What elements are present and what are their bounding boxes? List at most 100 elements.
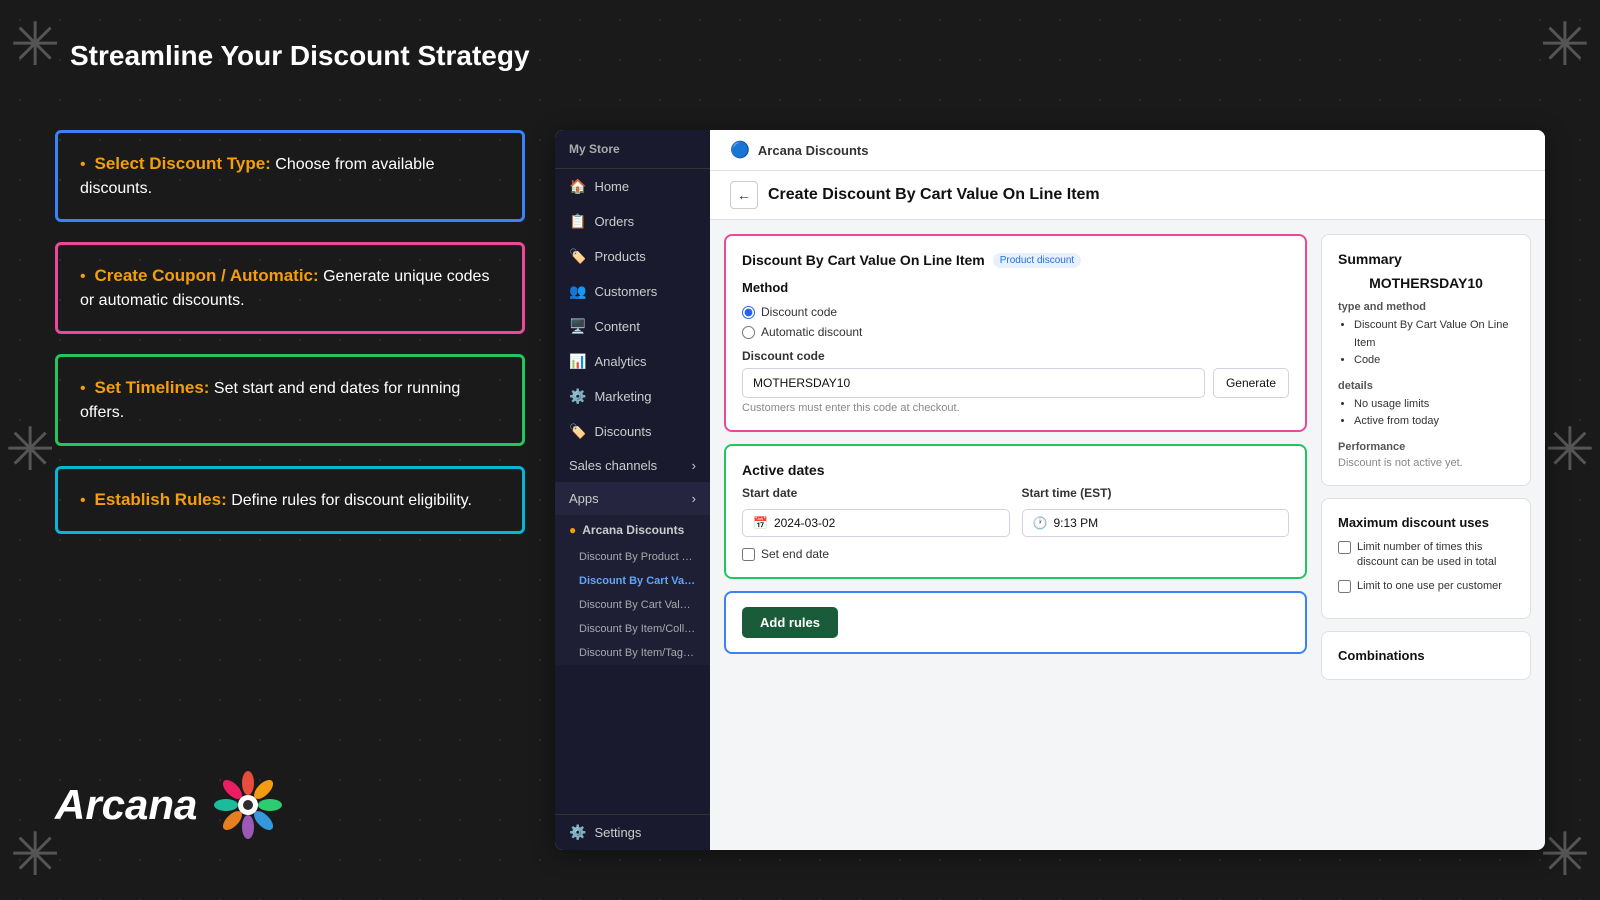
discount-code-input[interactable]	[742, 368, 1205, 398]
radio-auto-input[interactable]	[742, 326, 755, 339]
summary-performance-text: Discount is not active yet.	[1338, 457, 1514, 469]
sidebar-item-orders[interactable]: 📋 Orders	[555, 204, 710, 239]
start-date-field: Start date 📅 2024-03-02	[742, 486, 1010, 537]
calendar-icon: 📅	[753, 516, 768, 530]
summary-card: Summary MOTHERSDAY10 type and method Dis…	[1321, 234, 1531, 486]
shopify-panel: My Store 🏠 Home 📋 Orders 🏷️ Products 👥 C…	[555, 130, 1545, 850]
deco-star-br: ✳	[1540, 820, 1590, 890]
sidebar-item-discounts[interactable]: 🏷️ Discounts	[555, 414, 710, 449]
summary-type-method-label: type and method	[1338, 301, 1514, 313]
bullet-text-rules: Define rules for discount eligibility.	[231, 492, 472, 509]
analytics-icon: 📊	[569, 353, 586, 370]
right-col: Summary MOTHERSDAY10 type and method Dis…	[1321, 234, 1531, 836]
start-time-label: Start time (EST)	[1022, 486, 1290, 500]
bullet-box-create: • Create Coupon / Automatic: Generate un…	[55, 242, 525, 334]
arcana-discounts-header[interactable]: ● Arcana Discounts	[555, 515, 710, 545]
sub-item-product-tag[interactable]: Discount By Product Tag	[555, 545, 710, 569]
sub-item-cart-value-line[interactable]: Discount By Cart Value ...	[555, 569, 710, 593]
clock-icon: 🕐	[1033, 516, 1048, 530]
sidebar-item-settings[interactable]: ⚙️ Settings	[555, 815, 710, 850]
sidebar-item-analytics[interactable]: 📊 Analytics	[555, 344, 710, 379]
set-end-date-label: Set end date	[761, 547, 829, 561]
sidebar-item-marketing-label: Marketing	[594, 389, 651, 404]
apps-label: Apps	[569, 491, 599, 506]
discounts-icon: 🏷️	[569, 423, 586, 440]
start-date-input-row[interactable]: 📅 2024-03-02	[742, 509, 1010, 537]
marketing-icon: ⚙️	[569, 388, 586, 405]
page-header: ← Create Discount By Cart Value On Line …	[710, 171, 1545, 220]
add-rules-card: Add rules	[724, 591, 1307, 654]
summary-title: Summary	[1338, 251, 1514, 267]
apps-chevron-icon: ›	[692, 491, 696, 506]
start-time-input-row[interactable]: 🕐 9:13 PM	[1022, 509, 1290, 537]
sidebar-sales-channels[interactable]: Sales channels ›	[555, 449, 710, 482]
combinations-card: Combinations	[1321, 631, 1531, 680]
bullet-label-create: Create Coupon / Automatic:	[95, 266, 319, 285]
page-header-title: Create Discount By Cart Value On Line It…	[768, 186, 1100, 204]
generate-button[interactable]: Generate	[1213, 368, 1289, 398]
max-uses-item-1: Limit to one use per customer	[1338, 579, 1514, 594]
add-rules-button[interactable]: Add rules	[742, 607, 838, 638]
logo-icon	[213, 770, 283, 840]
radio-discount-code-input[interactable]	[742, 306, 755, 319]
customers-icon: 👥	[569, 283, 586, 300]
radio-discount-code: Discount code	[742, 305, 1289, 319]
apps-header[interactable]: Apps ›	[555, 482, 710, 515]
content-body: Discount By Cart Value On Line Item Prod…	[710, 220, 1545, 850]
sidebar-item-orders-label: Orders	[594, 214, 634, 229]
max-uses-card: Maximum discount uses Limit number of ti…	[1321, 498, 1531, 619]
sub-item-item-collect[interactable]: Discount By Item/Collect...	[555, 617, 710, 641]
radio-discount-code-label: Discount code	[761, 305, 837, 319]
dates-grid: Start date 📅 2024-03-02 Start time (EST)…	[742, 486, 1289, 537]
page-title: Streamline Your Discount Strategy	[70, 40, 530, 72]
max-uses-item-0: Limit number of times this discount can …	[1338, 540, 1514, 571]
combinations-title: Combinations	[1338, 648, 1514, 663]
start-date-label: Start date	[742, 486, 1010, 500]
sidebar-item-marketing[interactable]: ⚙️ Marketing	[555, 379, 710, 414]
sidebar-item-content[interactable]: 🖥️ Content	[555, 309, 710, 344]
summary-performance-label: Performance	[1338, 441, 1514, 453]
summary-detail-1: Active from today	[1354, 413, 1514, 431]
sidebar-item-products[interactable]: 🏷️ Products	[555, 239, 710, 274]
discount-code-field: Discount code Generate Customers must en…	[742, 349, 1289, 414]
summary-code: MOTHERSDAY10	[1338, 275, 1514, 291]
discount-code-hint: Customers must enter this code at checko…	[742, 402, 1289, 414]
arcana-icon: ●	[569, 523, 576, 537]
sidebar-item-customers-label: Customers	[594, 284, 657, 299]
sidebar-item-customers[interactable]: 👥 Customers	[555, 274, 710, 309]
sidebar-item-content-label: Content	[594, 319, 640, 334]
active-dates-title: Active dates	[742, 462, 1289, 478]
arcana-discounts-label: Arcana Discounts	[582, 523, 684, 537]
sidebar-item-home-label: Home	[594, 179, 629, 194]
sidebar-item-discounts-label: Discounts	[594, 424, 651, 439]
set-end-date-row: Set end date	[742, 547, 1289, 561]
logo-text: Arcana	[55, 781, 197, 829]
max-uses-checkbox-1[interactable]	[1338, 580, 1351, 593]
set-end-date-checkbox[interactable]	[742, 548, 755, 561]
bullet-box-select: • Select Discount Type: Choose from avai…	[55, 130, 525, 222]
radio-auto-discount: Automatic discount	[742, 325, 1289, 339]
sidebar-item-products-label: Products	[594, 249, 645, 264]
left-panel: • Select Discount Type: Choose from avai…	[55, 130, 525, 534]
max-uses-title: Maximum discount uses	[1338, 515, 1514, 530]
sub-item-item-tagge[interactable]: Discount By Item/Tagge...	[555, 641, 710, 665]
logo-area: Arcana	[55, 770, 283, 840]
summary-item-0: Discount By Cart Value On Line Item	[1354, 317, 1514, 352]
bullet-box-timelines: • Set Timelines: Set start and end dates…	[55, 354, 525, 446]
summary-details-list: No usage limits Active from today	[1338, 396, 1514, 431]
chevron-right-icon: ›	[692, 458, 696, 473]
back-button[interactable]: ←	[730, 181, 758, 209]
sub-item-cart-value2[interactable]: Discount By Cart Value ...	[555, 593, 710, 617]
summary-type-method-list: Discount By Cart Value On Line Item Code	[1338, 317, 1514, 370]
sidebar-bottom: ⚙️ Settings	[555, 814, 710, 850]
max-uses-checkbox-0[interactable]	[1338, 541, 1351, 554]
deco-star-tr: ✳	[1540, 10, 1590, 80]
discount-code-input-row: Generate	[742, 368, 1289, 398]
bullet-box-rules: • Establish Rules: Define rules for disc…	[55, 466, 525, 534]
main-content: 🔵 Arcana Discounts ← Create Discount By …	[710, 130, 1545, 850]
sidebar-item-home[interactable]: 🏠 Home	[555, 169, 710, 204]
app-logo-icon: 🔵	[730, 140, 750, 160]
method-card-badge: Product discount	[993, 253, 1082, 268]
deco-star-tl: ✳	[10, 10, 60, 80]
start-time-value: 9:13 PM	[1053, 516, 1098, 530]
